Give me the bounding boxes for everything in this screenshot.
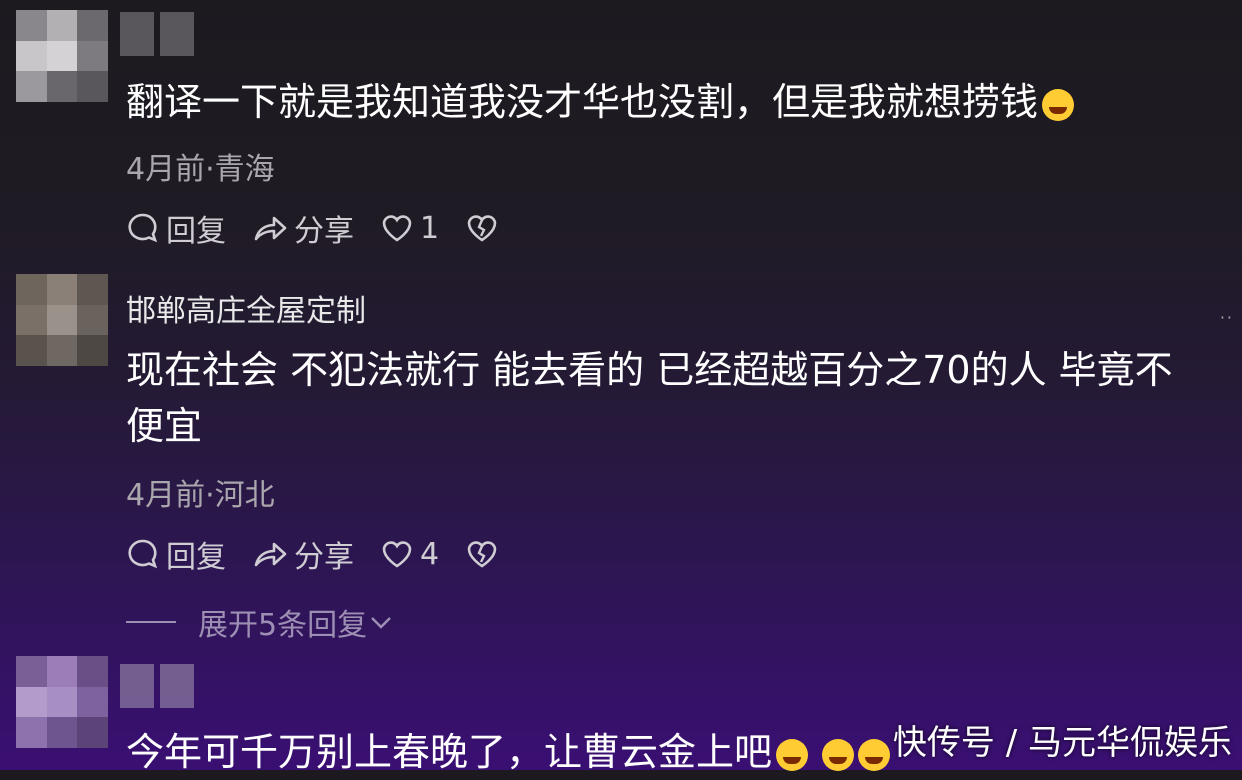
divider-line — [126, 621, 176, 623]
comment-bubble-icon — [128, 539, 158, 569]
dislike-button[interactable] — [465, 537, 505, 571]
comment-bubble-icon — [128, 213, 158, 243]
comment-meta: 4月前·青海 — [126, 152, 275, 187]
username-blurred[interactable] — [120, 12, 194, 56]
grinning-sweat-emoji-icon — [822, 738, 855, 771]
broken-heart-icon — [467, 215, 497, 242]
comment-text: 翻译一下就是我知道我没才华也没割，但是我就想捞钱 — [126, 74, 1075, 130]
avatar[interactable] — [16, 10, 108, 102]
broken-heart-icon — [467, 541, 497, 568]
chevron-down-icon — [371, 617, 391, 629]
avatar[interactable] — [16, 656, 108, 748]
comment-text: 今年可千万别上春晚了，让曹云金上吧 — [126, 724, 891, 780]
share-arrow-icon — [254, 542, 287, 567]
username[interactable]: 邯郸高庄全屋定制 — [126, 286, 366, 330]
comment-meta: 4月前·河北 — [126, 478, 275, 513]
share-arrow-icon — [254, 216, 287, 241]
reply-button[interactable]: 回复 — [126, 206, 226, 250]
laughing-crying-emoji-icon — [1042, 88, 1075, 121]
reply-button[interactable]: 回复 — [126, 532, 226, 576]
username-blurred[interactable] — [120, 664, 194, 708]
comment-item: 翻译一下就是我知道我没才华也没割，但是我就想捞钱 4月前·青海 回复 分享 1 — [0, 0, 1242, 260]
comment-text-line: 现在社会 不犯法就行 能去看的 已经超越百分之70的人 毕竟不 — [126, 348, 1173, 392]
comment-item: 邯郸高庄全屋定制 ·· 现在社会 不犯法就行 能去看的 已经超越百分之70的人 … — [0, 270, 1242, 643]
grinning-sweat-emoji-icon — [858, 738, 891, 771]
watermark: 快传号 / 马元华侃娱乐 — [892, 723, 1232, 763]
heart-icon — [382, 215, 412, 242]
dislike-button[interactable] — [465, 211, 505, 245]
heart-icon — [382, 541, 412, 568]
grinning-sweat-emoji-icon — [776, 738, 809, 771]
like-button[interactable]: 1 — [380, 211, 439, 246]
share-button[interactable]: 分享 — [252, 206, 354, 250]
avatar[interactable] — [16, 274, 108, 366]
expand-replies-button[interactable]: 展开5条回复 — [126, 600, 393, 644]
share-button[interactable]: 分享 — [252, 532, 354, 576]
more-options-icon[interactable]: ·· — [1220, 308, 1234, 327]
comment-text-line: 便宜 — [126, 404, 203, 448]
like-button[interactable]: 4 — [380, 537, 439, 572]
comment-actions: 回复 分享 1 — [126, 206, 531, 250]
comment-actions: 回复 分享 4 — [126, 532, 531, 576]
